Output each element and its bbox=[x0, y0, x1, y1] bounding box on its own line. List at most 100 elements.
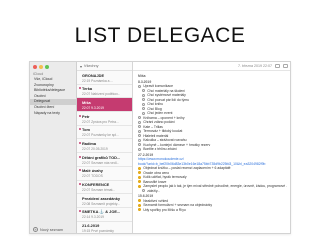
note-title: Petr bbox=[82, 113, 90, 119]
checkbox-icon[interactable] bbox=[142, 111, 146, 115]
note-preview: 22:07 TODOS bbox=[82, 174, 103, 179]
note-preview: 22:07 Nabízení poděkov... bbox=[82, 92, 121, 97]
zoom-window-icon[interactable] bbox=[45, 65, 49, 69]
line-text: Zamyslet peoplo jak k tak, je tým míval … bbox=[143, 184, 287, 188]
checkbox-checked-icon[interactable] bbox=[138, 180, 142, 184]
checkbox-checked-icon[interactable] bbox=[138, 199, 142, 203]
note-title: GRONAJDE bbox=[82, 72, 105, 78]
line-text: Udy spořiky pro Míšu a Ríyu bbox=[143, 207, 186, 212]
note-list-item[interactable]: KONFERENCE 22:07 Seznam témat... bbox=[77, 181, 132, 195]
detail-toolbar: 7. března 2019 22:07 bbox=[133, 62, 290, 71]
close-window-icon[interactable] bbox=[33, 65, 37, 69]
checklist-item[interactable]: záležiy... bbox=[142, 189, 287, 194]
checkbox-checked-icon[interactable] bbox=[138, 171, 142, 175]
checkbox-icon[interactable] bbox=[138, 138, 142, 142]
pin-icon bbox=[78, 114, 81, 117]
note-date: 7. března 2019 22:07 bbox=[238, 64, 272, 68]
pin-icon bbox=[78, 183, 81, 185]
checkbox-checked-icon[interactable] bbox=[138, 184, 142, 188]
checkbox-checked-icon[interactable] bbox=[138, 175, 142, 179]
line-text: záležiy... bbox=[147, 188, 161, 193]
note-list-header[interactable]: ▾ Všechny bbox=[77, 62, 132, 71]
checkbox-icon[interactable] bbox=[142, 107, 146, 111]
pin-icon bbox=[78, 169, 81, 172]
checkbox-icon[interactable] bbox=[142, 98, 146, 102]
notes-app-window: iCloud Vše, iCloud Zvonoroplny Bibliotéka/… bbox=[29, 61, 291, 234]
sidebar: iCloud Vše, iCloud Zvonoroplny Bibliotéka/… bbox=[30, 62, 77, 233]
note-title: Malé úvahy bbox=[82, 168, 103, 174]
sidebar-section-title: iCloud bbox=[33, 72, 44, 76]
note-list: ▾ Všechny GRONAJDE 22:19 Poznámka a ... Te… bbox=[77, 62, 133, 234]
pin-icon bbox=[78, 155, 81, 158]
pin-icon bbox=[78, 141, 81, 144]
note-preview: 22:14 9.3.2019 bbox=[82, 215, 104, 220]
note-title: Dělání grafiků TOD... bbox=[82, 154, 121, 160]
note-title: Radima bbox=[82, 140, 97, 146]
chevron-down-icon: ▾ bbox=[80, 64, 82, 69]
note-list-item[interactable]: Prezidení zasedánky 22:08 Seznamit projek… bbox=[77, 194, 132, 208]
window-controls bbox=[33, 65, 49, 69]
checkbox-icon[interactable] bbox=[138, 84, 142, 88]
checkbox-icon[interactable] bbox=[138, 129, 142, 133]
new-list-button[interactable]: + Nový seznam bbox=[33, 227, 63, 232]
folder-list: Vše, iCloud Zvonoroplny Bibliotéka/delegac… bbox=[30, 77, 77, 116]
checkbox-icon[interactable] bbox=[138, 147, 142, 151]
checklist-item[interactable]: Zamyslet peoplo jak k tak, je tým míval … bbox=[138, 184, 287, 189]
note-detail: 7. března 2019 22:07 Míša 8.3.2019 Upravit… bbox=[133, 62, 290, 233]
checkbox-icon[interactable] bbox=[138, 143, 142, 147]
checkbox-icon[interactable] bbox=[142, 102, 146, 106]
note-preview: 22:07 20.05.2019 bbox=[82, 146, 108, 151]
line-text: Míša bbox=[138, 74, 146, 78]
note-title: SMETKA ⚓ & JOE... bbox=[82, 209, 121, 215]
checklist-item[interactable]: Bonfite z trhlinu zrkání bbox=[138, 147, 287, 152]
line-text: Bonfite z trhlinu zrkání bbox=[143, 147, 177, 151]
note-list-item[interactable]: SMETKA ⚓ & JOE... 22:14 9.3.2019 bbox=[77, 208, 132, 222]
note-heading: Míša bbox=[138, 74, 287, 79]
checkbox-icon[interactable] bbox=[142, 93, 146, 97]
checkbox-icon[interactable] bbox=[138, 120, 142, 124]
note-items: GRONAJDE 22:19 Poznámka a ... Terka 22:07 N… bbox=[77, 71, 132, 234]
checkbox-icon[interactable] bbox=[142, 189, 146, 193]
new-list-label: Nový seznam bbox=[40, 227, 64, 232]
note-title: 21.6.2019 bbox=[82, 223, 100, 229]
minimize-window-icon[interactable] bbox=[39, 65, 43, 69]
checklist-item[interactable]: Udy spořiky pro Míšu a Ríyu bbox=[138, 208, 287, 213]
checkbox-checked-icon[interactable] bbox=[138, 166, 142, 170]
note-title: Terka bbox=[82, 86, 93, 92]
checkbox-icon[interactable] bbox=[138, 134, 142, 138]
note-list-item[interactable]: Petr 22:07 Zpráva pro Petra... bbox=[77, 112, 132, 126]
note-preview: 22:07 9.3.2019 bbox=[82, 105, 104, 110]
note-preview: 22:08 Seznamit projekty... bbox=[82, 201, 120, 206]
note-list-item[interactable]: Terka 22:07 Nabízení poděkov... bbox=[77, 85, 132, 99]
note-preview: 19:15 Prvé poznámky bbox=[82, 229, 114, 234]
checkbox-checked-icon[interactable] bbox=[138, 208, 142, 212]
checkbox-icon[interactable] bbox=[138, 116, 142, 120]
note-preview: 22:07 Seznam nás vedl... bbox=[82, 160, 120, 165]
checkbox-checked-icon[interactable] bbox=[138, 203, 142, 207]
sidebar-item[interactable]: Nápady na texty bbox=[30, 111, 77, 117]
checkbox-icon[interactable] bbox=[138, 125, 142, 129]
note-list-header-label: Všechny bbox=[83, 64, 99, 68]
note-body[interactable]: Míša 8.3.2019 Upravit komunikace Chci mater… bbox=[133, 71, 290, 214]
note-title: KONFERENCE bbox=[82, 182, 110, 187]
slide-title: LIST DELEGACE bbox=[74, 24, 246, 47]
note-list-item[interactable]: GRONAJDE 22:19 Poznámka a ... bbox=[77, 71, 132, 85]
note-list-item[interactable]: Dělání grafiků TOD... 22:07 Seznam nás ve… bbox=[77, 153, 132, 167]
note-list-item[interactable]: 21.6.2019 19:15 Prvé poznámky bbox=[77, 222, 132, 234]
note-title: Míša bbox=[82, 99, 91, 105]
note-title: Prezidení zasedánky bbox=[82, 195, 121, 201]
checkbox-icon[interactable] bbox=[142, 89, 146, 93]
note-preview: 22:19 Poznámka a ... bbox=[82, 78, 114, 83]
note-preview: 22:07 Poznámky ke spl... bbox=[82, 133, 119, 138]
note-list-item[interactable]: Radima 22:07 20.05.2019 bbox=[77, 139, 132, 154]
pin-icon bbox=[78, 210, 81, 213]
note-list-item[interactable]: Míša 22:07 9.3.2019 bbox=[77, 98, 132, 113]
share-icon[interactable] bbox=[275, 64, 280, 68]
plus-icon: + bbox=[33, 227, 38, 232]
note-preview: 22:07 Seznam témat... bbox=[82, 188, 116, 192]
pin-icon bbox=[78, 87, 81, 90]
search-icon[interactable] bbox=[283, 64, 288, 68]
note-preview: 22:07 Zpráva pro Petra... bbox=[82, 119, 119, 124]
note-list-item[interactable]: Malé úvahy 22:07 TODOS bbox=[77, 167, 132, 181]
note-list-item[interactable]: Tom 22:07 Poznámky ke spl... bbox=[77, 126, 132, 140]
